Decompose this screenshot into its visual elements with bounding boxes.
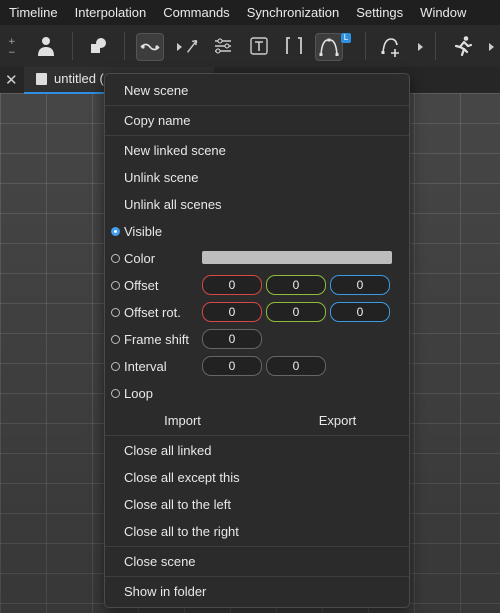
menubar: Timeline Interpolation Commands Synchron… [0,0,500,25]
menu-separator [105,435,409,436]
arrow-icon[interactable] [183,33,203,59]
toolbar-separator [435,32,436,60]
menu-close-all-right[interactable]: Close all to the right [124,524,239,540]
person-icon[interactable] [33,33,59,59]
menu-separator [105,135,409,136]
menu-separator [105,105,409,106]
toolbar-separator [72,32,73,60]
toolbar-separator [365,32,366,60]
frame-shift-radio[interactable] [111,335,120,344]
menu-close-all-left[interactable]: Close all to the left [124,497,231,513]
loop-radio[interactable] [111,389,120,398]
menu-new-linked-scene[interactable]: New linked scene [124,143,226,159]
menu-close-all-linked[interactable]: Close all linked [124,443,211,459]
toolbar: + − L [0,25,500,68]
visible-radio[interactable] [111,227,120,236]
toolbar-separator [124,32,125,60]
dropdown-arrow-icon[interactable] [417,40,425,52]
offset-x-field[interactable]: 0 [202,275,262,295]
curve-line-icon[interactable] [136,33,164,61]
plus-minus-icon[interactable]: + − [2,33,24,59]
menu-separator [105,576,409,577]
menu-timeline[interactable]: Timeline [0,0,66,25]
menu-window[interactable]: Window [411,0,474,25]
export-button[interactable]: Export [300,413,375,428]
offset-rot-y-field[interactable]: 0 [266,302,326,322]
menu-new-scene[interactable]: New scene [124,83,188,99]
blob-icon[interactable] [85,33,111,59]
svg-text:−: − [8,48,16,57]
menu-unlink-scene[interactable]: Unlink scene [124,170,198,186]
menu-close-scene[interactable]: Close scene [124,554,196,570]
menu-synchronization[interactable]: Synchronization [238,0,348,25]
menu-interpolation[interactable]: Interpolation [66,0,155,25]
menu-unlink-all-scenes[interactable]: Unlink all scenes [124,197,222,213]
curve-edit-icon[interactable] [210,33,236,59]
menu-settings[interactable]: Settings [347,0,411,25]
interval-start-field[interactable]: 0 [202,356,262,376]
menu-close-all-except-this[interactable]: Close all except this [124,470,240,486]
menu-offset-rot: Offset rot. [124,305,181,320]
offset-z-field[interactable]: 0 [330,275,390,295]
menu-interval: Interval [124,359,167,374]
menu-loop[interactable]: Loop [124,386,153,402]
menu-copy-name[interactable]: Copy name [124,113,190,129]
menu-separator [105,546,409,547]
offset-rot-z-field[interactable]: 0 [330,302,390,322]
frame-shift-field[interactable]: 0 [202,329,262,349]
interval-radio[interactable] [111,362,120,371]
node-add-icon[interactable] [378,33,404,59]
menu-color: Color [124,251,156,266]
bezier-icon[interactable] [315,33,343,61]
color-radio[interactable] [111,254,120,263]
offset-y-field[interactable]: 0 [266,275,326,295]
brackets-icon[interactable] [281,33,307,59]
badge-icon: L [341,33,351,43]
menu-commands[interactable]: Commands [154,0,237,25]
dropdown-arrow-icon[interactable] [488,40,496,52]
svg-text:+: + [8,37,16,47]
offset-rot-x-field[interactable]: 0 [202,302,262,322]
offset-radio[interactable] [111,281,120,290]
offset-rot-radio[interactable] [111,308,120,317]
text-tool-icon[interactable] [246,33,272,59]
runner-icon[interactable] [450,33,476,59]
menu-offset: Offset [124,278,159,293]
menu-visible[interactable]: Visible [124,224,162,240]
menu-frame-shift: Frame shift [124,332,190,347]
menu-show-in-folder[interactable]: Show in folder [124,584,206,600]
scene-context-menu: New scene Copy name New linked scene Unl… [104,73,410,608]
color-swatch[interactable] [202,251,392,264]
close-icon[interactable]: ✕ [5,71,18,89]
tab-title: untitled ( [54,71,104,86]
interval-end-field[interactable]: 0 [266,356,326,376]
import-button[interactable]: Import [145,413,220,428]
scene-file-icon [36,73,47,85]
